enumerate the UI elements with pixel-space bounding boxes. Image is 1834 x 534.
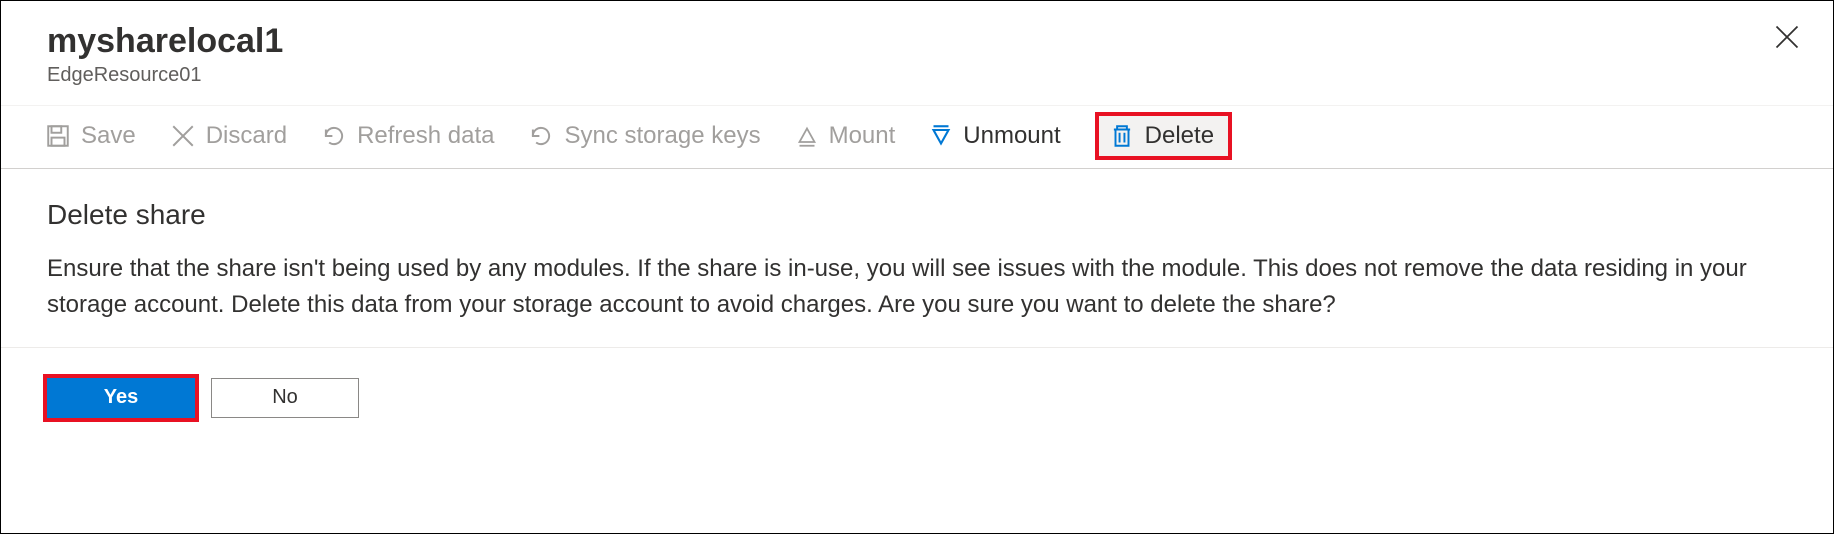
save-icon (45, 123, 71, 149)
unmount-button[interactable]: Unmount (929, 122, 1060, 150)
dialog-content: Delete share Ensure that the share isn't… (1, 169, 1833, 348)
mount-icon (795, 124, 819, 148)
toolbar-label: Delete (1145, 122, 1214, 150)
unmount-icon (929, 124, 953, 148)
toolbar-label: Unmount (963, 122, 1060, 150)
delete-button[interactable]: Delete (1095, 112, 1232, 160)
toolbar-label: Save (81, 122, 136, 150)
refresh-icon (321, 123, 347, 149)
sync-icon (528, 123, 554, 149)
sync-button: Sync storage keys (528, 122, 760, 150)
refresh-button: Refresh data (321, 122, 494, 150)
close-button[interactable] (1773, 23, 1801, 56)
dialog-actions: Yes No (1, 348, 1833, 448)
dialog-title: Delete share (47, 199, 1787, 231)
breadcrumb: EdgeResource01 (47, 64, 1793, 87)
yes-button[interactable]: Yes (47, 378, 195, 418)
toolbar-label: Discard (206, 122, 287, 150)
close-icon (1773, 38, 1801, 55)
toolbar: Save Discard Refresh data Sync storage k… (1, 105, 1833, 169)
discard-button: Discard (170, 122, 287, 150)
discard-icon (170, 123, 196, 149)
trash-icon (1109, 123, 1135, 149)
header: mysharelocal1 EdgeResource01 (1, 1, 1833, 95)
mount-button: Mount (795, 122, 896, 150)
toolbar-label: Refresh data (357, 122, 494, 150)
no-button[interactable]: No (211, 378, 359, 418)
toolbar-label: Mount (829, 122, 896, 150)
page-title: mysharelocal1 (47, 21, 1793, 62)
save-button: Save (45, 122, 136, 150)
dialog-message: Ensure that the share isn't being used b… (47, 251, 1757, 323)
toolbar-label: Sync storage keys (564, 122, 760, 150)
